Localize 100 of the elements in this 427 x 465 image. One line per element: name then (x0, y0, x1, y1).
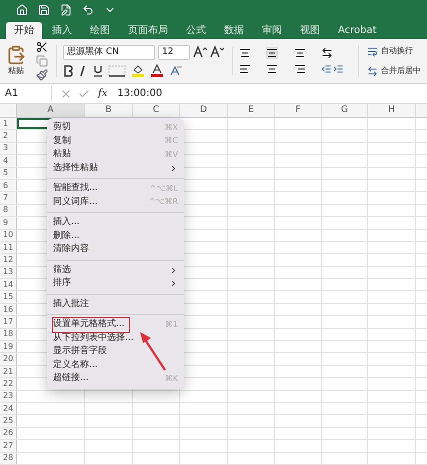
column-header[interactable]: F (275, 104, 322, 117)
menu-item[interactable]: 定义名称... (50, 358, 181, 372)
font-size-field[interactable]: 12 (158, 45, 190, 60)
name-box[interactable]: A1 (2, 86, 52, 101)
ribbon-tab[interactable]: 绘图 (82, 22, 118, 39)
menu-item[interactable]: 选择性粘贴 (50, 162, 181, 175)
function-icon[interactable]: fx (98, 86, 108, 101)
row-header[interactable]: 22 (0, 378, 17, 390)
column-header[interactable]: B (85, 104, 133, 117)
row-header[interactable]: 13 (0, 266, 17, 278)
row-header[interactable]: 1 (0, 118, 17, 130)
row-header[interactable]: 9 (0, 217, 17, 229)
column-header[interactable]: H (368, 104, 416, 117)
paste-button[interactable]: 粘贴 (6, 45, 26, 77)
row-header[interactable]: 25 (0, 415, 17, 427)
column-header[interactable]: G (322, 104, 368, 117)
menu-item[interactable]: 插入批注 (50, 298, 181, 311)
font-name-field[interactable]: 思源黑体 CN (63, 45, 155, 60)
column-header[interactable]: A (17, 104, 85, 117)
menu-item[interactable]: 删除... (50, 230, 181, 243)
align-right-icon[interactable] (294, 63, 306, 75)
menu-item[interactable]: 同义词库... ^⌥⌘R (50, 196, 181, 209)
row-header[interactable]: 5 (0, 168, 17, 179)
menu-item[interactable]: 剪切 ⌘X (50, 121, 181, 134)
ribbon-tab[interactable]: Acrobat (330, 22, 385, 39)
column-header[interactable]: E (228, 104, 275, 117)
row-header[interactable]: 12 (0, 254, 17, 266)
row-header[interactable]: 11 (0, 242, 17, 254)
ribbon-tab[interactable]: 页面布局 (120, 22, 176, 39)
row-header[interactable]: 4 (0, 155, 17, 167)
row-header[interactable]: 6 (0, 180, 17, 192)
home-icon[interactable] (16, 4, 28, 16)
row-header[interactable]: 19 (0, 341, 17, 352)
row-header[interactable]: 17 (0, 316, 17, 328)
formula-field[interactable]: 13:00:00 (117, 86, 162, 101)
merge-center-button[interactable]: 合并后居中 (367, 65, 421, 77)
menu-item[interactable]: 智能查找... ^⌥⌘L (50, 182, 181, 196)
row-header[interactable]: 2 (0, 130, 17, 142)
row-header[interactable]: 7 (0, 192, 17, 204)
align-bottom-icon[interactable] (294, 47, 306, 59)
underline-icon[interactable] (93, 64, 103, 76)
shrink-font-icon[interactable] (210, 45, 224, 59)
shortcut-label: ⌘1 (164, 318, 178, 331)
menu-item[interactable]: 复制 ⌘C (50, 134, 181, 148)
column-header[interactable]: C (133, 104, 180, 117)
align-left-icon[interactable] (239, 63, 251, 75)
merge-icon (367, 66, 378, 76)
save-icon[interactable] (38, 4, 50, 16)
menu-item[interactable]: 从下拉列表中选择... (50, 332, 181, 345)
format-painter-icon[interactable] (36, 69, 48, 81)
increase-indent-icon[interactable] (333, 63, 344, 75)
menu-item-label: 显示拼音字段 (53, 345, 107, 358)
row-header[interactable]: 27 (0, 440, 17, 452)
fill-color-icon[interactable] (131, 64, 145, 77)
wrap-text-button[interactable]: 自动换行 (367, 45, 421, 57)
ribbon-tab[interactable]: 审阅 (254, 22, 290, 39)
bold-icon[interactable] (63, 64, 73, 76)
row-header[interactable]: 10 (0, 230, 17, 241)
undo-icon[interactable] (82, 4, 94, 16)
border-icon[interactable] (108, 64, 126, 76)
cut-icon[interactable] (36, 41, 48, 53)
column-header[interactable]: D (180, 104, 228, 117)
row-header[interactable]: 26 (0, 428, 17, 440)
row-header[interactable]: 18 (0, 328, 17, 340)
font-color-icon[interactable] (150, 64, 164, 77)
row-header[interactable]: 24 (0, 402, 17, 414)
ribbon-tab[interactable]: 视图 (292, 22, 328, 39)
menu-item-label: 复制 (53, 134, 71, 148)
ribbon-tab[interactable]: 公式 (178, 22, 214, 39)
row-header[interactable]: 15 (0, 291, 17, 303)
menu-item[interactable]: 筛选 (50, 264, 181, 277)
menu-item[interactable]: 排序 (50, 277, 181, 290)
edit-icon[interactable] (60, 4, 72, 16)
row-header[interactable]: 20 (0, 353, 17, 365)
phonetic-icon[interactable] (169, 64, 183, 77)
row-header[interactable]: 14 (0, 279, 17, 290)
menu-item-label: 剪切 (53, 121, 71, 134)
row-header[interactable]: 21 (0, 366, 17, 378)
row-header[interactable]: 16 (0, 304, 17, 316)
ribbon-tab[interactable]: 数据 (216, 22, 252, 39)
shortcut-label: ⌘X (164, 122, 178, 134)
align-middle-icon[interactable] (266, 47, 278, 59)
row-header[interactable]: 28 (0, 452, 17, 464)
menu-item[interactable]: 清除内容 (50, 243, 181, 256)
row-header[interactable]: 3 (0, 142, 17, 154)
menu-item-label: 删除... (53, 230, 80, 242)
menu-item[interactable]: 粘贴 ⌘V (50, 148, 181, 162)
decrease-indent-icon[interactable] (320, 63, 332, 75)
align-top-icon[interactable] (239, 47, 251, 59)
menu-item[interactable]: 设置单元格格式... ⌘1 (50, 318, 181, 332)
align-center-icon[interactable] (266, 63, 278, 75)
grow-font-icon[interactable] (193, 45, 207, 59)
menu-item[interactable]: 插入... (50, 216, 181, 230)
menu-item[interactable]: 超链接... ⌘K (50, 372, 181, 386)
row-header[interactable]: 23 (0, 390, 17, 402)
pointer-arrow (138, 330, 168, 372)
menu-item[interactable]: 显示拼音字段 (50, 345, 181, 358)
ribbon-tab[interactable]: 开始 (6, 22, 42, 39)
row-header[interactable]: 8 (0, 204, 17, 216)
ribbon-tab[interactable]: 插入 (44, 22, 80, 39)
